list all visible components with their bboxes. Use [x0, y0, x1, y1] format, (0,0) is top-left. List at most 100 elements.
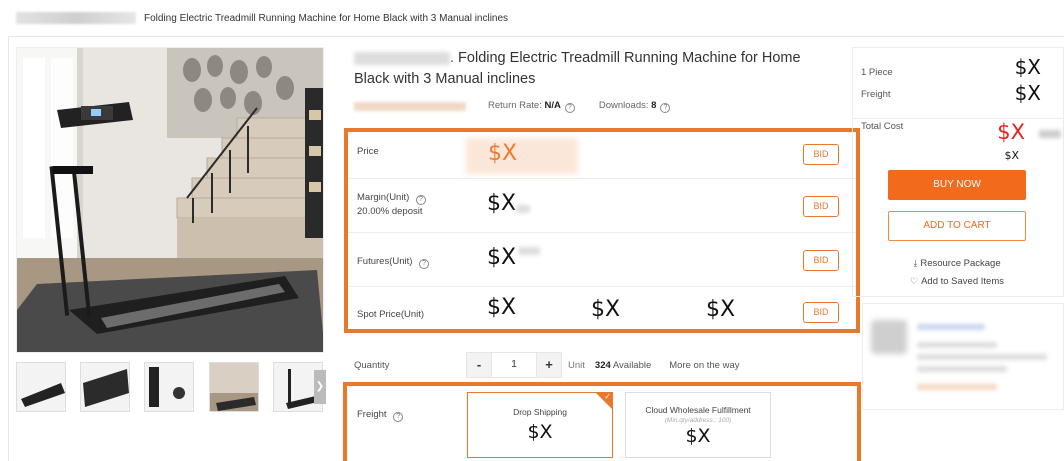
add-to-saved-text: Add to Saved Items: [921, 276, 1004, 287]
margin-deposit-note: 20.00% deposit: [357, 206, 423, 217]
divider: [853, 118, 1063, 119]
question-icon[interactable]: ?: [660, 102, 671, 113]
question-icon[interactable]: ?: [393, 412, 404, 422]
freight-option-title: Drop Shipping: [513, 407, 567, 417]
freight-option-drop-shipping[interactable]: ✓ Drop Shipping $X: [467, 392, 613, 458]
seller-info-blur: [917, 366, 1007, 372]
checkmark-icon: ✓: [604, 392, 611, 401]
available-count: 324: [594, 359, 611, 371]
futures-value: $X: [487, 245, 517, 270]
total-cost-subvalue: $X: [1004, 149, 1019, 162]
total-cost-label: Total Cost: [861, 121, 904, 132]
add-to-cart-button[interactable]: ADD TO CART: [888, 211, 1026, 241]
freight-option-title: Cloud Wholesale Fulfillment: [645, 405, 751, 415]
thumbnail[interactable]: [80, 362, 130, 412]
pricing-panel: Price $X BID Margin(Unit) ? 20.00% deposi…: [344, 128, 860, 333]
breadcrumb-blurred-path[interactable]: [16, 12, 136, 24]
breadcrumb: Folding Electric Treadmill Running Machi…: [0, 0, 1064, 36]
resource-package-text: Resource Package: [920, 258, 1001, 269]
freight-label: Freight ?: [357, 409, 404, 422]
thumbnail-image: [81, 363, 129, 411]
price-value: $X: [488, 141, 518, 166]
freight-option-cloud-wholesale[interactable]: Cloud Wholesale Fulfillment (Min.qty/add…: [625, 392, 771, 458]
spot-price-label: Spot Price(Unit): [357, 309, 425, 320]
content-frame-left: [8, 36, 9, 461]
product-meta: Return Rate: N/A? Downloads: 8?: [354, 98, 694, 114]
thumbnail-image: [145, 363, 193, 411]
price-label: Price: [357, 146, 379, 157]
margin-label: Margin(Unit) ? 20.00% deposit: [357, 191, 426, 218]
seller-card[interactable]: [862, 303, 1064, 410]
spot-price-value: $X: [591, 297, 621, 322]
return-rate-label: Return Rate:: [488, 99, 545, 111]
question-icon[interactable]: ?: [564, 102, 575, 113]
futures-label: Futures(Unit) ?: [357, 255, 430, 269]
spot-price-value: $X: [706, 297, 736, 322]
thumbnail[interactable]: [209, 362, 259, 412]
piece-value: $X: [1014, 55, 1041, 79]
downloads: Downloads: 8?: [599, 100, 671, 113]
thumbnail-image: [210, 363, 258, 411]
quantity-unit: Unit: [568, 359, 585, 371]
purchase-summary: 1 Piece $X Freight $X Total Cost $X $X B…: [852, 47, 1064, 297]
quantity-input[interactable]: 1: [492, 352, 536, 378]
return-rate-value: N/A: [544, 99, 561, 111]
breadcrumb-current: Folding Electric Treadmill Running Machi…: [144, 12, 509, 24]
meta-blurred-sku: [354, 101, 466, 111]
freight-option-subtitle: (Min.qty/address.: 100): [664, 417, 732, 424]
freight-summary-label: Freight: [861, 89, 891, 100]
seller-info-blur: [917, 342, 997, 348]
bid-button[interactable]: BID: [803, 302, 839, 323]
total-cost-value: $X: [997, 120, 1025, 144]
resource-package-link[interactable]: ⤓ Resource Package: [853, 258, 1061, 269]
futures-row: Futures(Unit) ? $X BID: [348, 233, 856, 287]
downloads-value: 8: [651, 99, 657, 111]
chevron-right-icon[interactable]: ❯: [314, 370, 326, 404]
title-blurred-brand: [354, 51, 450, 65]
product-main-image[interactable]: [16, 47, 324, 353]
freight-option-value: $X: [685, 425, 711, 447]
thumbnail[interactable]: [16, 362, 66, 412]
question-icon[interactable]: ?: [415, 195, 426, 205]
download-icon: ⤓: [913, 258, 918, 268]
margin-label-text: Margin(Unit): [357, 192, 410, 203]
increment-button[interactable]: +: [536, 352, 562, 378]
value-blur: [516, 205, 530, 213]
seller-avatar: [871, 320, 907, 354]
bid-button[interactable]: BID: [803, 196, 839, 217]
piece-label: 1 Piece: [861, 67, 893, 78]
buy-now-button[interactable]: BUY NOW: [888, 170, 1026, 200]
content-frame-top: [8, 36, 1064, 37]
bid-button[interactable]: BID: [803, 250, 839, 271]
spot-price-value: $X: [487, 295, 517, 320]
price-highlight: [466, 138, 578, 174]
available-label: Available: [610, 359, 652, 371]
price-row: Price $X BID: [348, 132, 856, 179]
return-rate: Return Rate: N/A?: [488, 100, 575, 113]
margin-value: $X: [487, 191, 517, 216]
product-title: . Folding Electric Treadmill Running Mac…: [354, 48, 834, 90]
freight-option-value: $X: [527, 421, 553, 443]
spot-price-row: Spot Price(Unit) $X $X $X BID: [348, 287, 856, 333]
bid-button[interactable]: BID: [803, 144, 839, 165]
margin-row: Margin(Unit) ? 20.00% deposit $X BID: [348, 179, 856, 233]
thumbnail-image: [17, 363, 65, 411]
quantity-label: Quantity: [354, 359, 390, 371]
quantity-available: 324 Available: [595, 360, 651, 371]
product-thumbnails: ❯: [16, 362, 326, 412]
value-blur: [518, 247, 540, 255]
heart-icon: ♡: [910, 276, 919, 286]
downloads-label: Downloads:: [598, 99, 652, 111]
seller-name-blur: [917, 324, 985, 330]
thumbnail[interactable]: [144, 362, 194, 412]
freight-summary-value: $X: [1014, 81, 1041, 105]
quantity-row: Quantity - 1 + Unit 324 Available More o…: [354, 352, 740, 378]
treadmill-photo: [17, 48, 323, 352]
seller-info-blur: [917, 354, 1047, 360]
decrement-button[interactable]: -: [466, 352, 492, 378]
question-icon[interactable]: ?: [419, 259, 430, 269]
more-on-the-way: More on the way: [669, 359, 740, 371]
freight-label-text: Freight: [357, 409, 387, 420]
seller-message-blur: [917, 384, 997, 390]
add-to-saved-link[interactable]: ♡ Add to Saved Items: [853, 276, 1061, 287]
